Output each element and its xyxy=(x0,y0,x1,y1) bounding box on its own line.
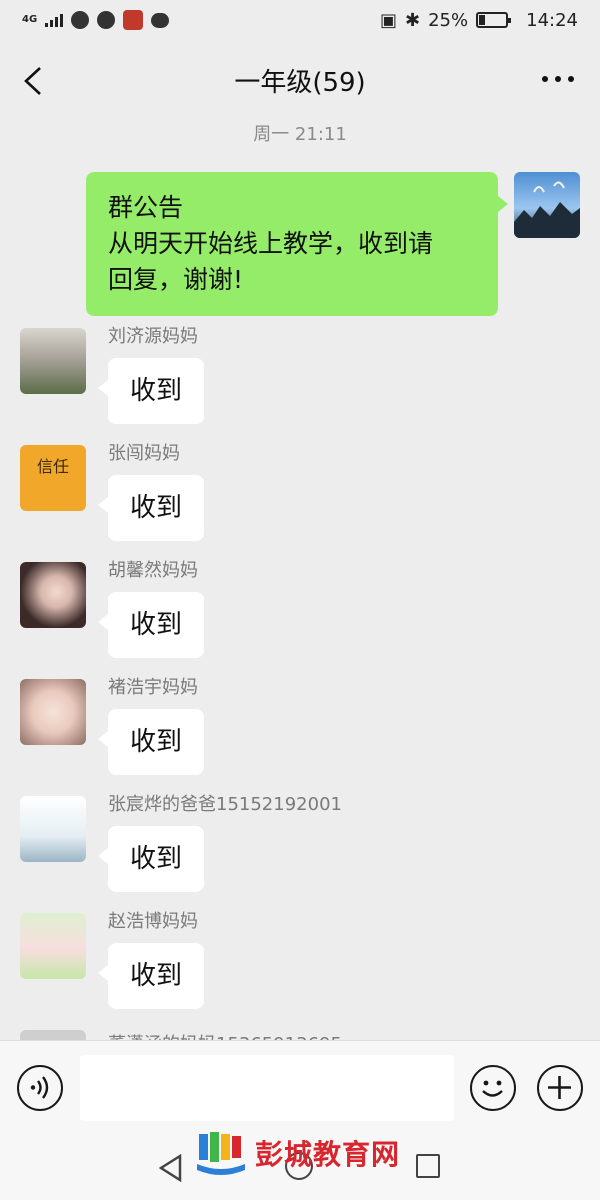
emoji-icon xyxy=(482,1080,503,1097)
message-bubble[interactable]: 收到 xyxy=(97,709,205,775)
avatar[interactable] xyxy=(20,1030,86,1040)
partial-message-row: 董潇涵的妈妈15365913695 xyxy=(0,1030,600,1040)
nav-recent-icon[interactable] xyxy=(416,1154,440,1178)
sender-name: 张宸烨的爸爸15152192001 xyxy=(108,794,342,815)
network-label: 4G xyxy=(22,14,38,25)
message-input[interactable] xyxy=(80,1055,454,1121)
self-message-line-3: 回复，谢谢! xyxy=(108,265,244,294)
message-row: 褚浩宇妈妈 收到 xyxy=(20,677,205,775)
message-bubble[interactable]: 收到 xyxy=(97,475,205,541)
watermark-logo xyxy=(197,1132,245,1175)
message-bubble[interactable]: 收到 xyxy=(97,592,205,658)
avatar[interactable] xyxy=(20,562,86,628)
battery-icon xyxy=(476,12,512,28)
missed-call-icon xyxy=(71,11,90,29)
sender-name: 赵浩博妈妈 xyxy=(108,911,198,932)
message-row: 胡馨然妈妈 收到 xyxy=(20,560,205,658)
bluetooth-icon: ✱ xyxy=(405,9,421,31)
avatar[interactable] xyxy=(20,913,86,979)
chat-title: 一年级(59) xyxy=(234,67,366,98)
message-row: 张宸烨的爸爸15152192001 收到 xyxy=(20,794,342,892)
message-bubble[interactable]: 收到 xyxy=(97,826,205,892)
status-bar: 4G ▣ ✱ 25% 14:24 xyxy=(0,0,600,40)
signal-icon xyxy=(45,13,64,27)
avatar-label: 信任 xyxy=(36,457,69,476)
message-bubble[interactable]: 收到 xyxy=(97,943,205,1009)
study-app-icon xyxy=(123,10,144,30)
watermark: 彭城教育网 xyxy=(195,1130,400,1176)
watermark-text: 彭城教育网 xyxy=(255,1138,401,1171)
plus-button[interactable] xyxy=(537,1065,583,1111)
nav-back-icon[interactable] xyxy=(158,1154,184,1182)
battery-percent: 25% xyxy=(428,9,469,31)
voice-icon xyxy=(30,1076,49,1099)
self-message: 群公告 从明天开始线上教学，收到请 回复，谢谢! xyxy=(86,172,580,316)
avatar[interactable]: 信任 xyxy=(20,445,86,511)
clock: 14:24 xyxy=(526,9,578,31)
message-row: 刘济源妈妈 收到 xyxy=(20,326,205,424)
chat-header: 一年级(59) xyxy=(0,40,600,120)
sender-name: 胡馨然妈妈 xyxy=(108,560,198,581)
self-avatar[interactable] xyxy=(514,172,580,238)
self-message-bubble[interactable]: 群公告 从明天开始线上教学，收到请 回复，谢谢! xyxy=(86,172,508,316)
sender-name: 张闯妈妈 xyxy=(108,443,180,464)
message-bubble[interactable]: 收到 xyxy=(97,358,205,424)
sender-name: 褚浩宇妈妈 xyxy=(108,677,198,698)
emoji-button[interactable] xyxy=(470,1065,516,1111)
plus-icon xyxy=(548,1076,571,1099)
message-timestamp: 周一 21:11 xyxy=(253,124,347,145)
nfc-icon: ▣ xyxy=(380,9,398,31)
voice-button[interactable] xyxy=(17,1065,63,1111)
sender-name: 董潇涵的妈妈15365913695 xyxy=(108,1030,342,1040)
message-row: 赵浩博妈妈 收到 xyxy=(20,911,205,1009)
self-message-line-1: 群公告 xyxy=(108,193,184,222)
message-icon xyxy=(151,12,170,28)
sender-name: 刘济源妈妈 xyxy=(108,326,198,347)
avatar[interactable] xyxy=(20,328,86,394)
avatar[interactable] xyxy=(20,679,86,745)
avatar[interactable] xyxy=(20,796,86,862)
chat-input-bar xyxy=(0,1040,600,1134)
self-message-line-2: 从明天开始线上教学，收到请 xyxy=(108,229,434,258)
more-dots-icon[interactable] xyxy=(542,76,574,82)
audio-app-icon xyxy=(97,11,116,29)
chevron-left-icon[interactable] xyxy=(22,66,44,96)
message-row: 信任 张闯妈妈 收到 xyxy=(20,443,205,541)
